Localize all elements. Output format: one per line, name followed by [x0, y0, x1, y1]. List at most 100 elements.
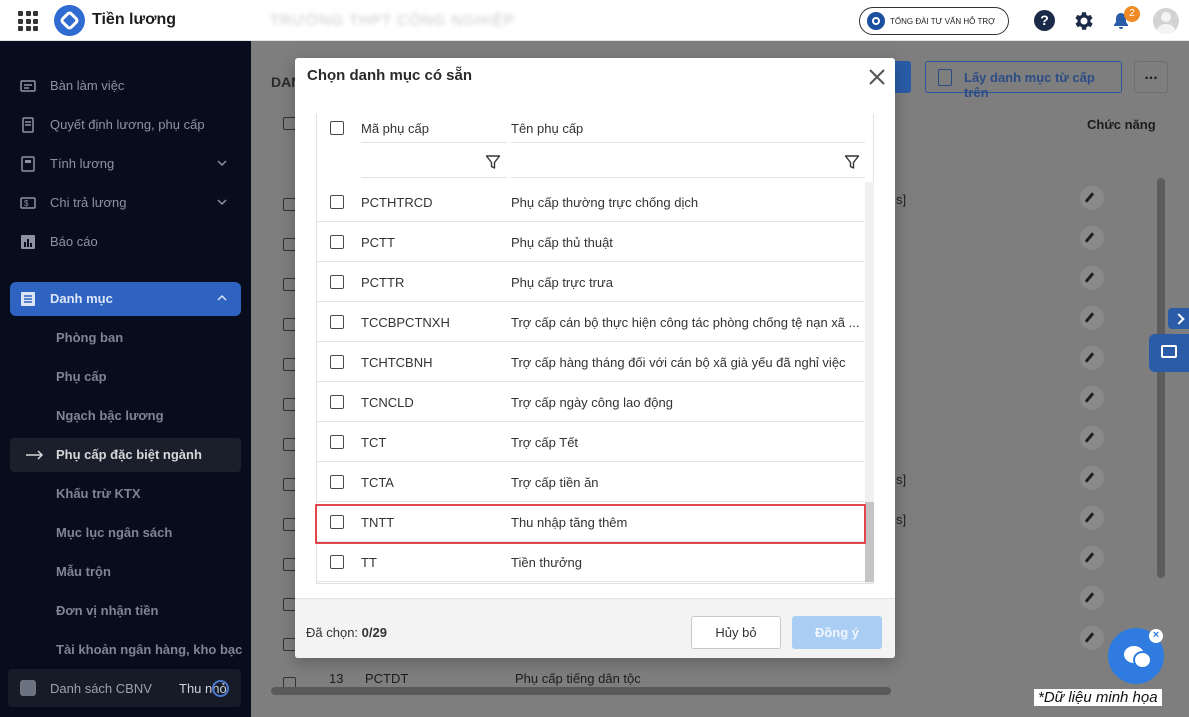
- table-row[interactable]: TCTA Trợ cấp tiền ăn: [317, 462, 865, 502]
- gear-icon[interactable]: [1071, 9, 1095, 33]
- select-all-checkbox[interactable]: [330, 121, 344, 135]
- edit-icon[interactable]: [1080, 546, 1104, 570]
- list-icon: [21, 292, 35, 306]
- app-logo: [54, 5, 85, 36]
- row-checkbox[interactable]: [330, 395, 344, 409]
- table-row[interactable]: TT Tiền thưởng: [317, 542, 865, 582]
- sidebar-item-salary-payment[interactable]: $ Chi trả lương: [10, 186, 241, 220]
- sidebar-subitem-ktx-deduction[interactable]: Khấu trừ KTX: [56, 486, 141, 501]
- sidebar: Bàn làm việc Quyết định lương, phụ cấp T…: [0, 41, 251, 717]
- edit-icon[interactable]: [1080, 306, 1104, 330]
- row-checkbox[interactable]: [330, 235, 344, 249]
- edit-icon[interactable]: [1080, 426, 1104, 450]
- row-name: Trợ cấp ngày công lao động: [511, 395, 673, 410]
- app-name: Tiền lương: [92, 11, 176, 28]
- sidebar-item-workspace[interactable]: Bàn làm việc: [10, 69, 241, 103]
- sidebar-subitem-merge-template[interactable]: Mẫu trộn: [56, 564, 111, 579]
- table-row[interactable]: TCCBPCTNXH Trợ cấp cán bộ thực hiện công…: [317, 302, 865, 342]
- row-name: Phụ cấp trực trưa: [511, 275, 613, 290]
- edit-icon[interactable]: [1080, 386, 1104, 410]
- row-checkbox[interactable]: [330, 195, 344, 209]
- chat-close-icon[interactable]: ×: [1149, 629, 1163, 643]
- collapse-icon[interactable]: [212, 680, 229, 697]
- more-options-button[interactable]: ...: [1134, 61, 1168, 93]
- row-name: Phụ cấp thủ thuật: [511, 235, 613, 250]
- help-icon[interactable]: ?: [1034, 10, 1055, 31]
- edit-icon[interactable]: [1080, 186, 1104, 210]
- row-checkbox[interactable]: [330, 475, 344, 489]
- table-horizontal-scrollbar[interactable]: [271, 687, 891, 695]
- row-code: PCTTR: [361, 275, 405, 290]
- ok-button[interactable]: Đồng ý: [792, 616, 882, 649]
- app-grid-icon[interactable]: [18, 11, 38, 31]
- sidebar-item-label: Chi trả lương: [50, 195, 127, 210]
- sidebar-item-employee-list[interactable]: Danh sách CBNV Thu nhỏ: [8, 669, 241, 707]
- row-name: Trợ cấp cán bộ thực hiện công tác phòng …: [511, 315, 860, 330]
- filter-input-code[interactable]: [361, 177, 507, 178]
- sidebar-subitem-allowances[interactable]: Phụ cấp: [56, 369, 107, 384]
- sidebar-item-label: Báo cáo: [50, 234, 98, 249]
- expand-panel-button[interactable]: [1168, 308, 1189, 329]
- table-row[interactable]: TCNCLD Trợ cấp ngày công lao động: [317, 382, 865, 422]
- table-row[interactable]: TCHTCBNH Trợ cấp hàng tháng đối với cán …: [317, 342, 865, 382]
- sidebar-item-label: Tính lương: [50, 156, 115, 171]
- edit-icon[interactable]: [1080, 346, 1104, 370]
- edit-icon[interactable]: [1080, 226, 1104, 250]
- sidebar-subitem-salary-scale[interactable]: Ngạch bậc lương: [56, 408, 164, 423]
- row-code: TT: [361, 555, 377, 570]
- desk-icon: [20, 80, 36, 92]
- school-name: TRƯỜNG THPT CÔNG NGHIỆP: [270, 12, 515, 29]
- support-hotline-button[interactable]: TỔNG ĐÀI TƯ VẤN HỖ TRỢ: [859, 7, 1009, 35]
- sidebar-subitem-budget-index[interactable]: Mục lục ngân sách: [56, 525, 172, 540]
- row-checkbox[interactable]: [330, 355, 344, 369]
- avatar[interactable]: [1153, 8, 1179, 34]
- table-row[interactable]: PCTHTRCD Phụ cấp thường trực chống dịch: [317, 182, 865, 222]
- row-checkbox[interactable]: [330, 555, 344, 569]
- sidebar-item-reports[interactable]: Báo cáo: [10, 225, 241, 259]
- close-icon[interactable]: [866, 66, 888, 88]
- row-code: TCT: [361, 435, 387, 450]
- sidebar-item-salary-calc[interactable]: Tính lương: [10, 147, 241, 181]
- filter-icon[interactable]: [844, 154, 860, 170]
- filter-input-name[interactable]: [511, 177, 865, 178]
- sidebar-subitem-bank-accounts[interactable]: Tài khoản ngân hàng, kho bạc: [56, 642, 242, 657]
- grid-scrollbar-thumb[interactable]: [865, 502, 874, 582]
- table-row[interactable]: TCT Trợ cấp Tết: [317, 422, 865, 462]
- edit-icon[interactable]: [1080, 626, 1104, 650]
- edit-icon[interactable]: [1080, 586, 1104, 610]
- sidebar-item-salary-decision[interactable]: Quyết định lương, phụ cấp: [10, 108, 241, 142]
- fetch-from-parent-button[interactable]: Lấy danh mục từ cấp trên: [925, 61, 1122, 100]
- sidebar-subitem-payee[interactable]: Đơn vị nhận tiền: [56, 603, 158, 618]
- chevron-up-icon: [217, 294, 227, 301]
- sidebar-item-label: Danh mục: [50, 291, 113, 306]
- column-header-code: Mã phụ cấp: [361, 121, 429, 136]
- watermark: *Dữ liệu minh họa: [1034, 689, 1162, 706]
- table-row[interactable]: PCTT Phụ cấp thủ thuật: [317, 222, 865, 262]
- row-name: Trợ cấp hàng tháng đối với cán bộ xã già…: [511, 355, 846, 370]
- sidebar-item-label: Bàn làm việc: [50, 78, 125, 93]
- svg-text:$: $: [24, 199, 29, 208]
- table-row[interactable]: PCTTR Phụ cấp trực trưa: [317, 262, 865, 302]
- edit-icon[interactable]: [1080, 466, 1104, 490]
- feedback-button[interactable]: [1149, 334, 1189, 372]
- edit-icon[interactable]: [1080, 506, 1104, 530]
- sidebar-subitem-departments[interactable]: Phòng ban: [56, 330, 123, 345]
- edit-icon[interactable]: [1080, 266, 1104, 290]
- truncated-cell: s]: [896, 192, 907, 207]
- table-vertical-scrollbar[interactable]: [1157, 178, 1165, 578]
- sidebar-subitem-special-allowance[interactable]: Phụ cấp đặc biệt ngành: [10, 438, 241, 472]
- header-divider: [361, 142, 507, 143]
- row-code: TCHTCBNH: [361, 355, 433, 370]
- row-checkbox[interactable]: [330, 435, 344, 449]
- filter-icon[interactable]: [485, 154, 501, 170]
- cancel-button[interactable]: Hủy bỏ: [691, 616, 781, 649]
- highlight-box: [315, 504, 866, 544]
- column-header-name: Tên phụ cấp: [511, 121, 584, 136]
- row-checkbox[interactable]: [330, 275, 344, 289]
- chevron-down-icon: [217, 160, 227, 167]
- row-checkbox[interactable]: [330, 315, 344, 329]
- sidebar-item-catalog[interactable]: Danh mục: [10, 282, 241, 316]
- row-name: Trợ cấp Tết: [511, 435, 579, 450]
- row-code: PCTT: [361, 235, 395, 250]
- top-bar: Tiền lương TRƯỜNG THPT CÔNG NGHIỆP TỔNG …: [0, 0, 1189, 41]
